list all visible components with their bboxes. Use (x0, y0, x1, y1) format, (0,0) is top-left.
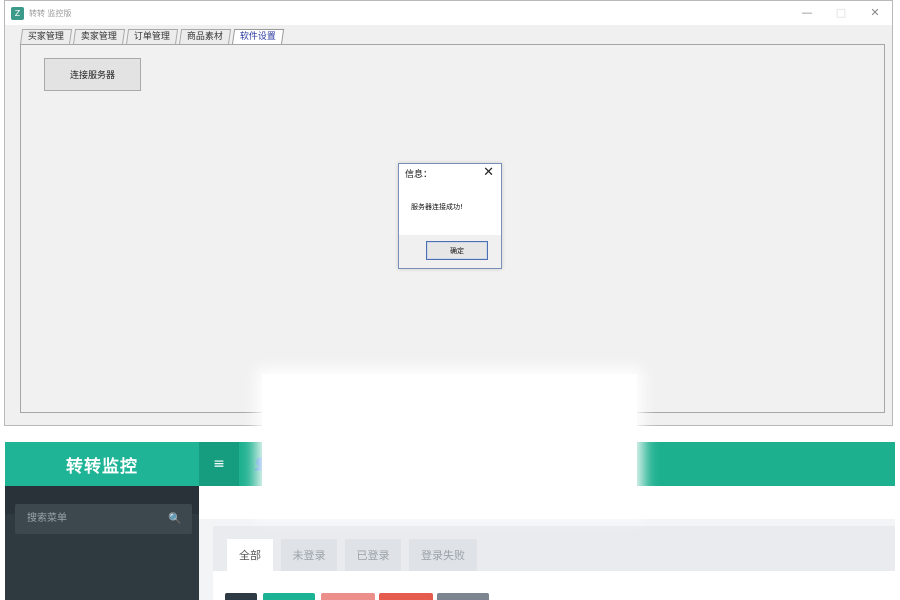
tab-software-settings[interactable]: 软件设置 (231, 29, 285, 45)
tab-label: 软件设置 (239, 32, 277, 42)
tab-label: 卖家管理 (80, 32, 117, 42)
tab-label: 订单管理 (133, 32, 170, 42)
brand-logo[interactable]: 转转监控 (5, 442, 199, 486)
tab-order-management[interactable]: 订单管理 (125, 29, 179, 45)
filter-tab-bar: 全部 未登录 已登录 登录失败 (213, 526, 895, 572)
close-button[interactable]: ✕ (858, 1, 892, 25)
redacted-area (262, 374, 637, 512)
tab-logged-in[interactable]: 已登录 (345, 539, 401, 572)
tab-login-failed[interactable]: 登录失败 (409, 539, 477, 572)
tab-strip: 买家管理 卖家管理 订单管理 商品素材 软件设置 (19, 29, 286, 45)
sidebar-search-input[interactable]: 搜索菜单 🔍 (15, 504, 192, 534)
dialog-close-icon[interactable]: ✕ (483, 165, 494, 180)
hamburger-menu-icon[interactable]: ≡ (199, 442, 239, 486)
action-button-teal[interactable] (263, 593, 315, 600)
tab-all[interactable]: 全部 (227, 539, 273, 572)
tab-label: 商品素材 (186, 32, 223, 42)
info-dialog: 信息： ✕ 服务器连接成功! 确定 (398, 163, 502, 269)
window-controls: — □ ✕ (790, 1, 892, 25)
maximize-button[interactable]: □ (824, 1, 858, 25)
screenshot-stage: Z 转转 监控版 — □ ✕ 买家管理 卖家管理 订单管理 商品素材 软件设置 … (0, 0, 900, 600)
action-button-pink[interactable] (321, 593, 375, 600)
dialog-message: 服务器连接成功! (411, 203, 463, 211)
app-icon: Z (11, 6, 24, 20)
minimize-button[interactable]: — (790, 1, 824, 25)
window-title: 转转 监控版 (29, 8, 72, 18)
tab-buyer-management[interactable]: 买家管理 (19, 29, 73, 45)
tab-content (213, 571, 895, 600)
ok-button[interactable]: 确定 (426, 241, 488, 260)
title-bar: Z 转转 监控版 — □ ✕ (5, 1, 892, 25)
tab-product-materials[interactable]: 商品素材 (178, 29, 232, 45)
search-placeholder: 搜索菜单 (27, 513, 67, 524)
tab-seller-management[interactable]: 卖家管理 (72, 29, 126, 45)
tab-not-logged-in[interactable]: 未登录 (281, 539, 337, 572)
action-button-gray[interactable] (437, 593, 489, 600)
tab-label: 买家管理 (27, 32, 64, 42)
dialog-footer: 确定 (399, 235, 501, 268)
action-button-dark[interactable] (225, 593, 257, 600)
action-button-red[interactable] (379, 593, 433, 600)
dialog-title: 信息： (405, 170, 433, 180)
search-icon[interactable]: 🔍 (168, 504, 182, 534)
connect-server-button[interactable]: 连接服务器 (44, 58, 141, 91)
